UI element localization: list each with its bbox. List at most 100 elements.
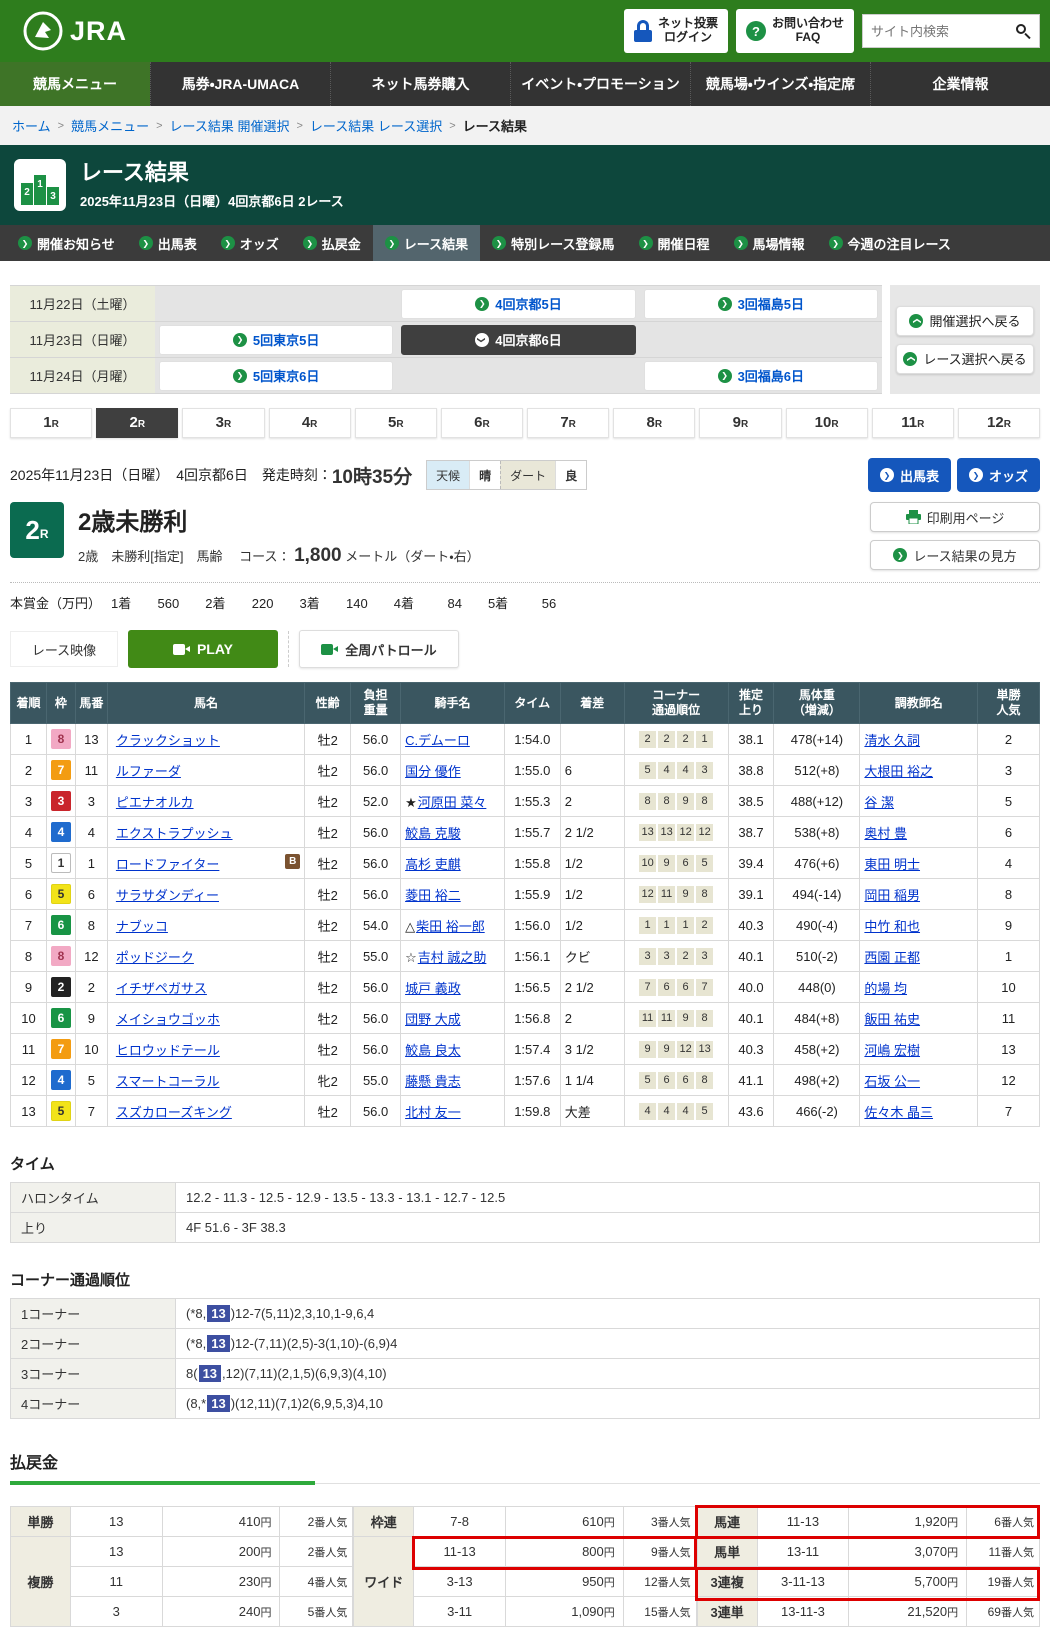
nav-item-5[interactable]: 競馬場・ウインズ・指定席 [690,62,870,106]
finish-time: 1:55.9 [504,879,560,910]
subnav-item-5[interactable]: ❯レース結果 [373,225,480,261]
race-tab-9R[interactable]: 9R [699,408,781,438]
meeting-button[interactable]: ❯4回京都6日 [401,325,635,355]
result-row: 922イチザペガサス牡256.0城戸 義政1:56.52 1/2766740.0… [11,972,1040,1003]
jockey-name-link[interactable]: 国分 優作 [405,764,461,779]
payout-combination: 3-13 [414,1567,506,1597]
faq-button[interactable]: ? お問い合わせ FAQ [736,9,854,53]
breadcrumb-link-3[interactable]: レース結果 開催選択 [170,116,290,135]
meeting-button[interactable]: ❯4回京都5日 [401,289,635,319]
net-vote-login-button[interactable]: ネット投票 ログイン [624,9,728,53]
nav-item-4[interactable]: イベント・プロモーション [510,62,690,106]
shutsubahyo-button[interactable]: ❯ 出馬表 [868,458,951,492]
subnav-item-9[interactable]: ❯今週の注目レース [817,225,963,261]
trainer-name-link[interactable]: 清水 久詞 [864,733,920,748]
jockey-name-link[interactable]: 鮫島 良太 [405,1043,461,1058]
meeting-button[interactable]: ❯3回福島6日 [644,361,878,391]
nav-item-1[interactable]: 競馬メニュー [0,62,150,106]
trainer-name-link[interactable]: 谷 潔 [864,795,894,810]
back-to-race-select-button[interactable]: ❯レース選択へ戻る [896,344,1034,374]
jockey-name-link[interactable]: 河原田 菜々 [418,795,487,810]
race-tab-8R[interactable]: 8R [613,408,695,438]
breadcrumb-link-1[interactable]: ホーム [12,116,51,135]
race-tab-2R[interactable]: 2R [96,408,178,438]
jockey-name-link[interactable]: 藤懸 貴志 [405,1074,461,1089]
subnav-item-3[interactable]: ❯オッズ [209,225,291,261]
horse-name-link[interactable]: ポッドジーク [116,950,194,965]
subnav-item-2[interactable]: ❯出馬表 [127,225,209,261]
date-slot: ❯3回福島6日 [640,358,882,394]
horse-name-link[interactable]: サラサダンディー [116,888,219,903]
play-button[interactable]: PLAY [128,630,278,668]
horse-name-link[interactable]: メイショウゴッホ [116,1012,220,1027]
meeting-button[interactable]: ❯5回東京5日 [159,325,393,355]
trainer-name-link[interactable]: 的場 均 [864,981,907,996]
jockey-name-link[interactable]: 菱田 裕二 [405,888,461,903]
subnav-item-1[interactable]: ❯開催お知らせ [6,225,127,261]
results-guide-button[interactable]: ❯ レース結果の見方 [870,540,1040,570]
jockey-name-link[interactable]: 吉村 誠之助 [418,950,487,965]
race-tab-1R[interactable]: 1R [10,408,92,438]
trainer-name-link[interactable]: 佐々木 晶三 [864,1105,933,1120]
odds-button[interactable]: ❯ オッズ [957,458,1040,492]
subnav-item-6[interactable]: ❯特別レース登録馬 [480,225,626,261]
nav-item-6[interactable]: 企業情報 [870,62,1050,106]
jockey-name-link[interactable]: C.デムーロ [405,733,470,748]
race-tab-6R[interactable]: 6R [441,408,523,438]
horse-name-link[interactable]: ヒロウッドテール [116,1043,220,1058]
nav-item-2[interactable]: 馬券・JRA-UMACA [150,62,330,106]
trainer-name-link[interactable]: 飯田 祐史 [864,1012,920,1027]
race-tab-4R[interactable]: 4R [269,408,351,438]
jockey-name-link[interactable]: 城戸 義政 [405,981,461,996]
race-tab-3R[interactable]: 3R [182,408,264,438]
horse-name-link[interactable]: ルファーダ [116,764,181,779]
jockey-name-link[interactable]: 柴田 裕一郎 [416,919,485,934]
breadcrumb-link-2[interactable]: 競馬メニュー [71,116,149,135]
corner-positions: 1112 [629,917,724,934]
race-tab-11R[interactable]: 11R [872,408,954,438]
race-tab-5R[interactable]: 5R [355,408,437,438]
trainer-name-link[interactable]: 西園 正都 [864,950,920,965]
subnav-item-8[interactable]: ❯馬場情報 [722,225,817,261]
payout-popularity: 15番人気 [623,1597,696,1627]
race-tab-suffix: R [138,419,145,430]
horse-name-link[interactable]: スマートコーラル [116,1074,220,1089]
horse-name-link[interactable]: クラックショット [116,733,220,748]
trainer-name-link[interactable]: 東田 明士 [864,857,920,872]
trainer-name-link[interactable]: 岡田 稲男 [864,888,920,903]
meeting-button[interactable]: ❯3回福島5日 [644,289,878,319]
payout-amount: 610円 [506,1507,624,1537]
search-input[interactable] [871,24,1016,39]
patrol-video-button[interactable]: 全周パトロール [299,630,459,668]
prize-place: 5着 [488,593,508,612]
trainer-name-link[interactable]: 奥村 豊 [864,826,907,841]
horse-name-link[interactable]: エクストラプッシュ [116,826,233,841]
trainer-name-link[interactable]: 大根田 裕之 [864,764,933,779]
subnav-item-7[interactable]: ❯開催日程 [627,225,722,261]
last-3f-time: 38.7 [728,817,774,848]
search-icon[interactable] [1016,24,1031,39]
nav-item-3[interactable]: ネット馬券購入 [330,62,510,106]
jockey-name-link[interactable]: 鮫島 克駿 [405,826,461,841]
back-to-meeting-button[interactable]: ❯開催選択へ戻る [896,306,1034,336]
horse-name-link[interactable]: ナブッコ [116,919,168,934]
subnav-item-4[interactable]: ❯払戻金 [291,225,373,261]
trainer-name-link[interactable]: 河嶋 宏樹 [864,1043,920,1058]
carried-weight: 55.0 [351,941,401,972]
jra-logo[interactable]: JRA [22,10,127,52]
horse-name-link[interactable]: ロードファイター [116,857,219,872]
trainer-name-link[interactable]: 中竹 和也 [864,919,920,934]
jockey-name-link[interactable]: 団野 大成 [405,1012,461,1027]
horse-name-link[interactable]: スズカローズキング [116,1105,232,1120]
race-tab-10R[interactable]: 10R [786,408,868,438]
trainer-name-link[interactable]: 石坂 公一 [864,1074,920,1089]
race-tab-12R[interactable]: 12R [958,408,1040,438]
breadcrumb-link-4[interactable]: レース結果 レース選択 [310,116,442,135]
jockey-name-link[interactable]: 北村 友一 [405,1105,461,1120]
horse-name-link[interactable]: イチザペガサス [116,981,207,996]
jockey-name-link[interactable]: 高杉 吏麒 [405,857,461,872]
meeting-button[interactable]: ❯5回東京6日 [159,361,393,391]
race-tab-7R[interactable]: 7R [527,408,609,438]
print-page-button[interactable]: 印刷用ページ [870,502,1040,532]
horse-name-link[interactable]: ピエナオルカ [116,795,194,810]
